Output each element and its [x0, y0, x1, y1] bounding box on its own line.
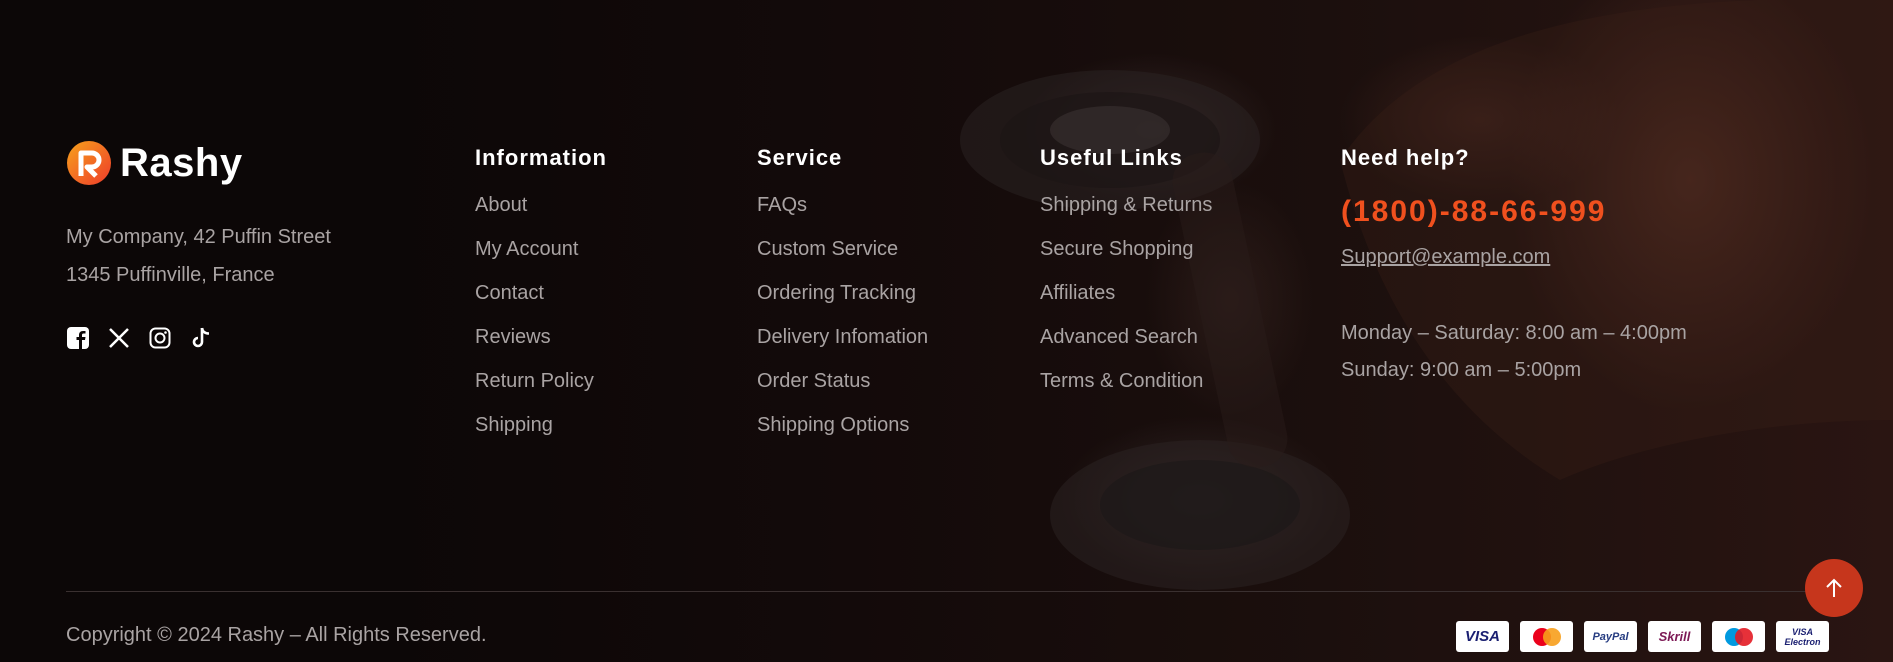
- x-icon[interactable]: [107, 326, 131, 350]
- mastercard-card-icon: [1520, 621, 1573, 652]
- logo-mark-icon: [67, 141, 111, 185]
- skrill-card-icon: Skrill: [1648, 621, 1701, 652]
- service-column: Service FAQs Custom Service Ordering Tra…: [757, 145, 928, 457]
- phone-number[interactable]: (1800)-88-66-999: [1341, 195, 1606, 229]
- back-to-top-button[interactable]: [1805, 559, 1863, 617]
- link-secure-shopping[interactable]: Secure Shopping: [1040, 237, 1212, 281]
- information-column: Information About My Account Contact Rev…: [475, 145, 607, 457]
- address-line-2: 1345 Puffinville, France: [66, 264, 275, 286]
- service-heading: Service: [757, 145, 843, 170]
- link-order-status[interactable]: Order Status: [757, 369, 928, 413]
- link-advanced-search[interactable]: Advanced Search: [1040, 325, 1212, 369]
- support-email-link[interactable]: Support@example.com: [1341, 246, 1550, 269]
- link-faqs[interactable]: FAQs: [757, 193, 928, 237]
- visa-card-icon: VISA: [1456, 621, 1509, 652]
- link-custom-service[interactable]: Custom Service: [757, 237, 928, 281]
- address-line-1: My Company, 42 Puffin Street: [66, 226, 331, 248]
- link-affiliates[interactable]: Affiliates: [1040, 281, 1212, 325]
- link-terms-condition[interactable]: Terms & Condition: [1040, 369, 1212, 413]
- useful-links-column: Useful Links Shipping & Returns Secure S…: [1040, 145, 1212, 413]
- paypal-card-icon: PayPal: [1584, 621, 1637, 652]
- payment-methods: VISA PayPal Skrill VISA Electron: [1456, 621, 1829, 652]
- visa-electron-card-icon: VISA Electron: [1776, 621, 1829, 652]
- maestro-card-icon: [1712, 621, 1765, 652]
- link-about[interactable]: About: [475, 193, 607, 237]
- social-links: [66, 326, 213, 350]
- link-my-account[interactable]: My Account: [475, 237, 607, 281]
- link-reviews[interactable]: Reviews: [475, 325, 607, 369]
- tiktok-icon[interactable]: [189, 326, 213, 350]
- brand-logo[interactable]: Rashy: [66, 140, 243, 186]
- link-shipping-returns[interactable]: Shipping & Returns: [1040, 193, 1212, 237]
- link-delivery-information[interactable]: Delivery Infomation: [757, 325, 928, 369]
- link-ordering-tracking[interactable]: Ordering Tracking: [757, 281, 928, 325]
- useful-links-heading: Useful Links: [1040, 145, 1183, 170]
- link-return-policy[interactable]: Return Policy: [475, 369, 607, 413]
- facebook-icon[interactable]: [66, 326, 90, 350]
- help-column: Need help?: [1341, 145, 1470, 171]
- link-shipping[interactable]: Shipping: [475, 413, 607, 457]
- instagram-icon[interactable]: [148, 326, 172, 350]
- information-heading: Information: [475, 145, 607, 170]
- help-heading: Need help?: [1341, 145, 1470, 170]
- link-shipping-options[interactable]: Shipping Options: [757, 413, 928, 457]
- hours-weekday: Monday – Saturday: 8:00 am – 4:00pm: [1341, 322, 1687, 344]
- arrow-up-icon: [1826, 578, 1842, 597]
- link-contact[interactable]: Contact: [475, 281, 607, 325]
- footer-divider: [66, 591, 1828, 592]
- brand-name: Rashy: [120, 140, 243, 185]
- hours-weekend: Sunday: 9:00 am – 5:00pm: [1341, 359, 1582, 381]
- copyright-text: Copyright © 2024 Rashy – All Rights Rese…: [66, 624, 487, 646]
